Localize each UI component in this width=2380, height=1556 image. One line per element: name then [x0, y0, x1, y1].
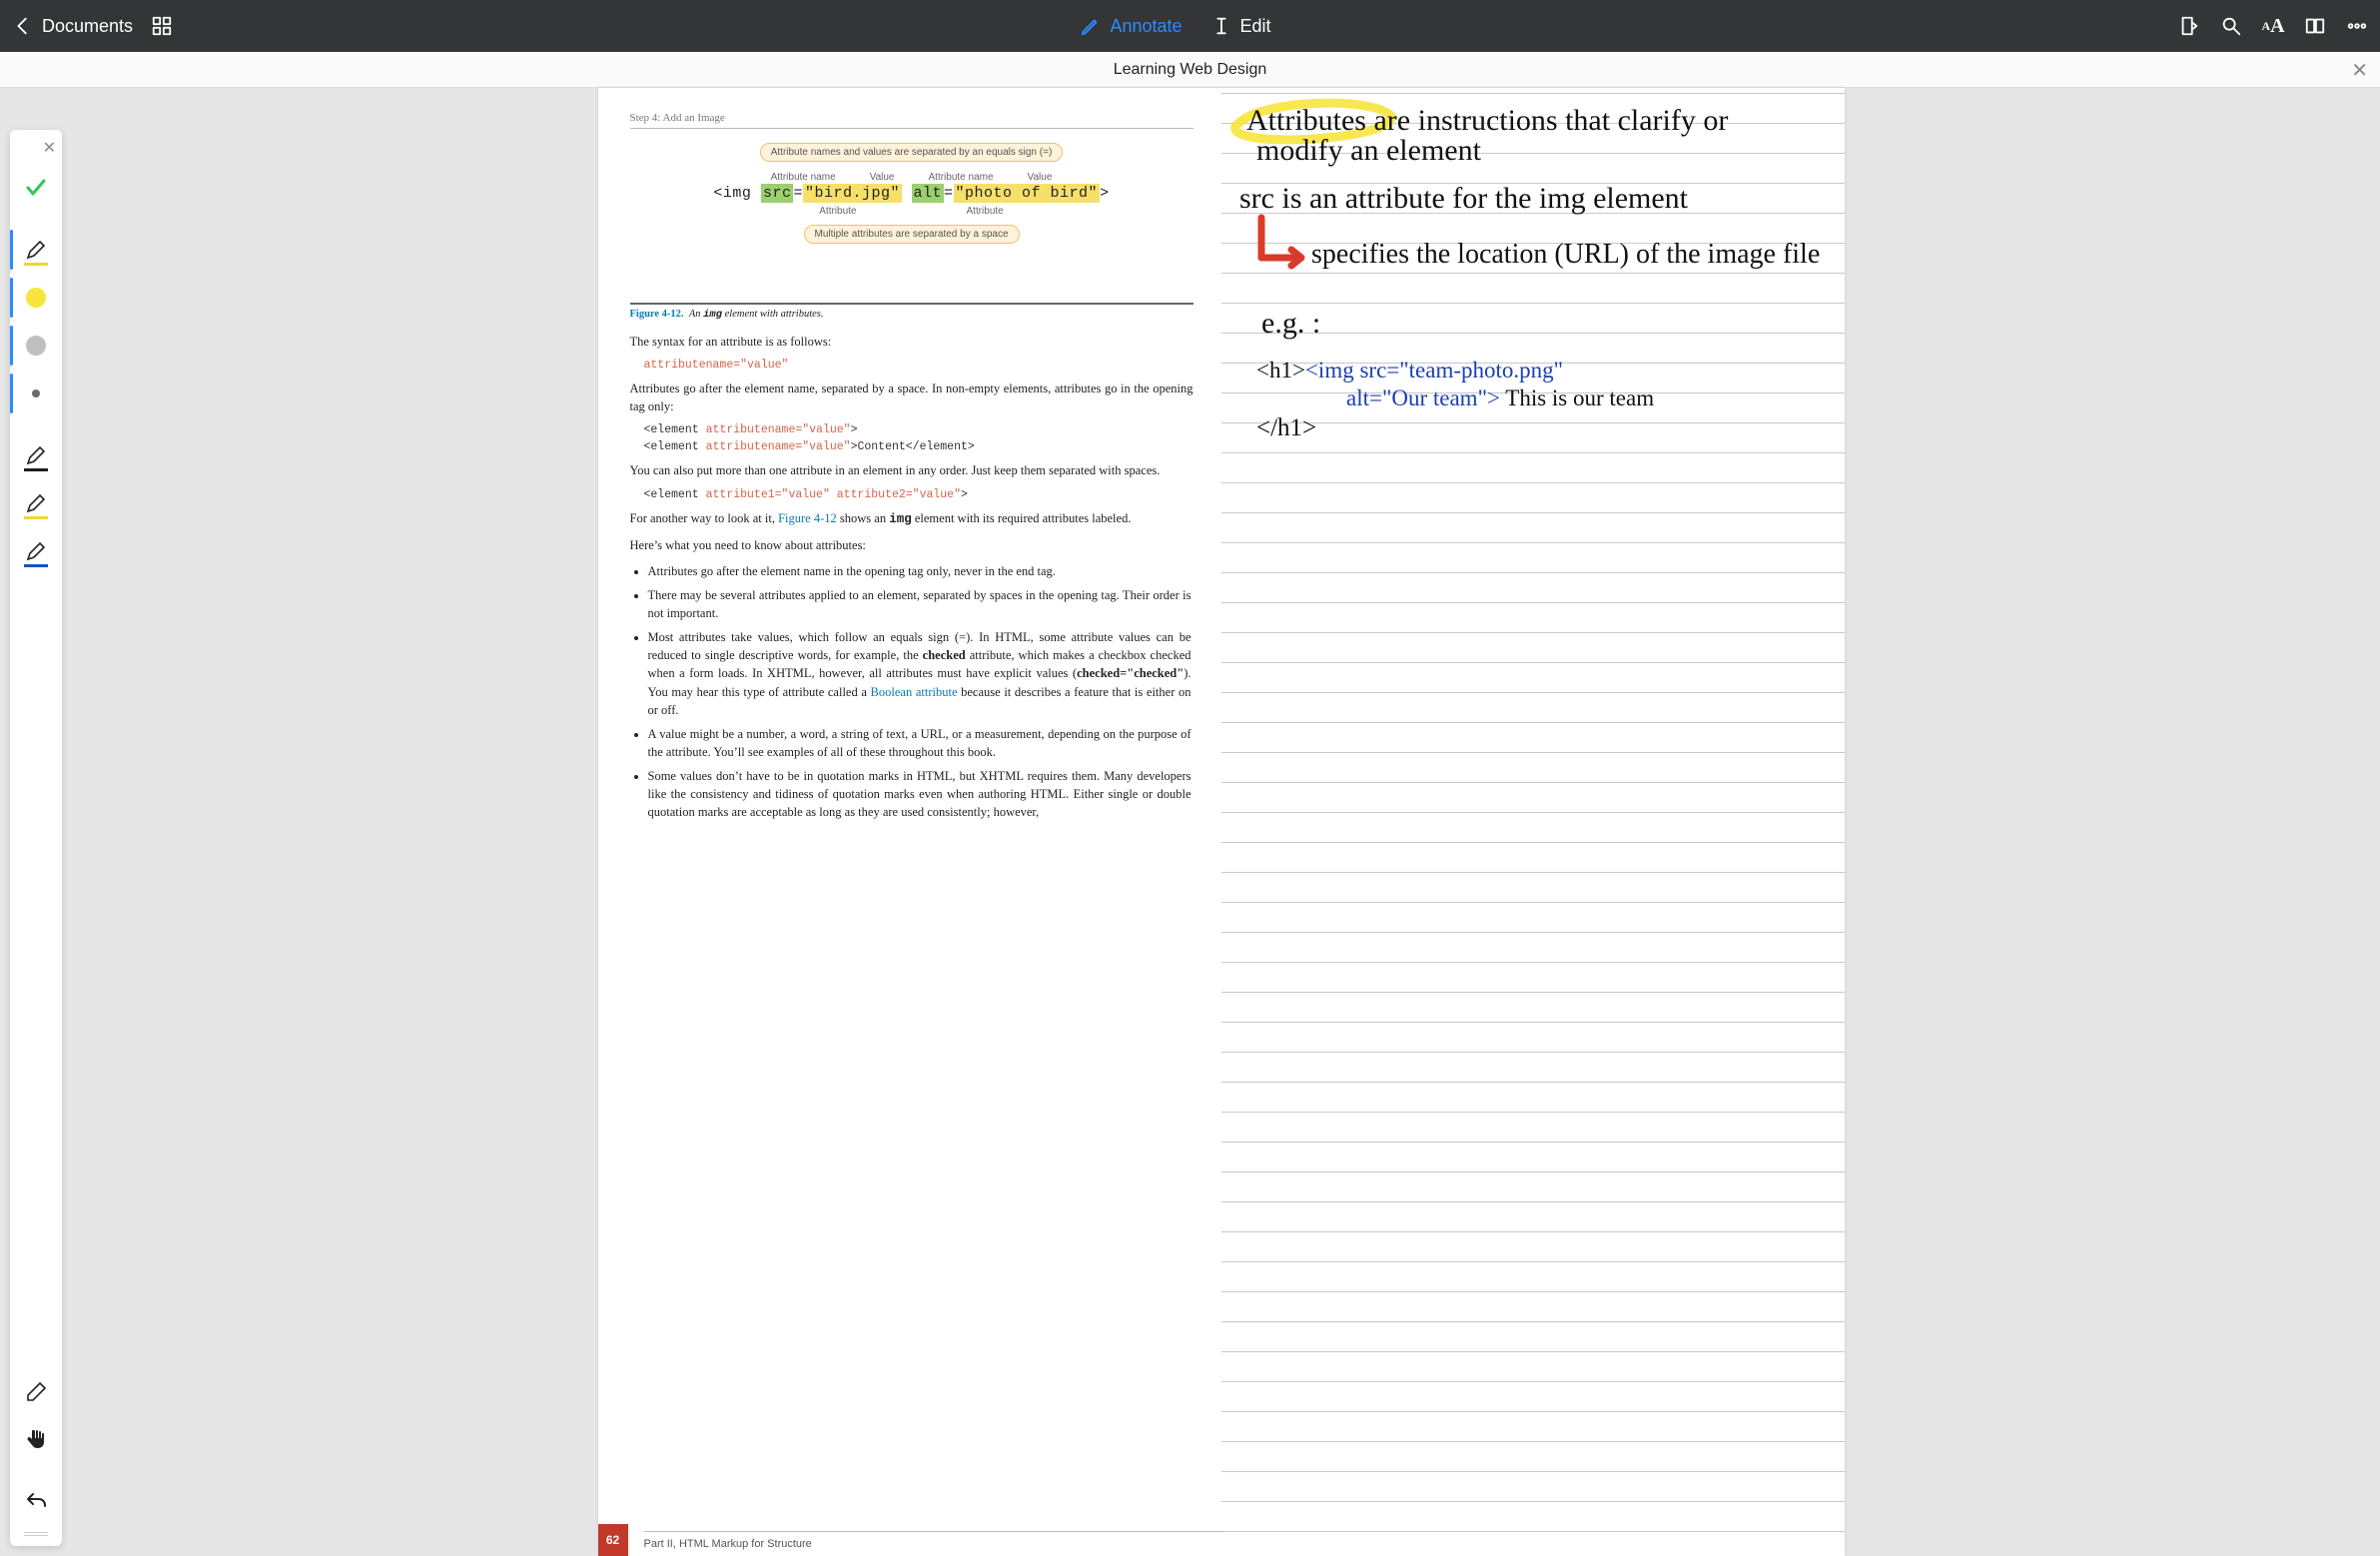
note-line-1b: modify an element — [1256, 134, 1482, 167]
lbl-attribute-2: Attribute — [967, 206, 1004, 217]
pen-blue[interactable] — [16, 531, 56, 571]
eraser-tool[interactable] — [16, 1372, 56, 1412]
code-element-1: <element attributename="value"> — [644, 423, 1193, 436]
code-element-2: <element attributename="value">Content</… — [644, 440, 1193, 453]
text-size-icon: AA — [2262, 15, 2284, 37]
bullet-1: Attributes go after the element name in … — [648, 562, 1193, 580]
bullet-2: There may be several attributes applied … — [648, 586, 1193, 622]
back-button[interactable]: Documents — [12, 15, 133, 37]
mode-edit[interactable]: Edit — [1210, 15, 1271, 37]
page-footer: 62 Part II, HTML Markup for Structure — [598, 1524, 1221, 1556]
link-boolean-attr[interactable]: Boolean attribute — [871, 685, 958, 699]
canvas[interactable]: Step 4: Add an Image Attribute names and… — [62, 88, 2380, 1556]
para-multi-attr: You can also put more than one attribute… — [630, 461, 1193, 479]
handwriting-layer: Attributes are instructions that clarify… — [1221, 88, 1845, 857]
bullet-3: Most attributes take values, which follo… — [648, 628, 1193, 719]
note-page[interactable]: Attributes are instructions that clarify… — [1221, 88, 1845, 1556]
para-fig-ref: For another way to look at it, Figure 4-… — [630, 509, 1193, 528]
export-icon — [2178, 15, 2200, 37]
code-multi-attr: <element attribute1="value" attribute2="… — [644, 488, 1193, 501]
note-eg: e.g. : — [1261, 307, 1320, 340]
step-header: Step 4: Add an Image — [630, 112, 1193, 129]
pencil-icon — [1080, 15, 1102, 37]
lbl-attribute-1: Attribute — [819, 206, 856, 217]
pen-black[interactable] — [16, 435, 56, 475]
annotation-palette: ✕ — [10, 130, 62, 1546]
color-dot[interactable] — [16, 374, 56, 413]
note-line-1: Attributes are instructions that clarify… — [1246, 104, 1728, 137]
attribute-bullet-list: Attributes go after the element name in … — [648, 562, 1193, 822]
bullet-4: A value might be a number, a word, a str… — [648, 725, 1193, 761]
mode-annotate[interactable]: Annotate — [1080, 15, 1182, 37]
attribute-diagram: Attribute names and values are separated… — [630, 143, 1193, 293]
close-document-button[interactable]: ✕ — [2351, 58, 2368, 83]
book-icon — [2304, 15, 2326, 37]
mode-annotate-label: Annotate — [1110, 16, 1182, 37]
text-cursor-icon — [1210, 15, 1232, 37]
pen-yellow2[interactable] — [16, 483, 56, 523]
para-syntax: The syntax for an attribute is as follow… — [630, 333, 1193, 351]
done-check[interactable] — [16, 168, 56, 208]
callout-equals: Attribute names and values are separated… — [760, 143, 1064, 162]
book-page: Step 4: Add an Image Attribute names and… — [598, 88, 1221, 1556]
more-icon — [2346, 15, 2368, 37]
note-line-2: src is an attribute for the img element — [1239, 182, 1689, 215]
note-code-1: <h1><img src="team-photo.png" — [1256, 358, 1563, 383]
palette-grip[interactable] — [24, 1532, 48, 1536]
document-title: Learning Web Design — [1114, 61, 1267, 79]
text-size-button[interactable]: AA — [2262, 15, 2284, 37]
search-button[interactable] — [2220, 15, 2242, 37]
thumbnails-button[interactable] — [151, 15, 173, 37]
part-label: Part II, HTML Markup for Structure — [644, 1531, 1221, 1550]
undo-tool[interactable] — [16, 1482, 56, 1522]
link-fig412[interactable]: Figure 4-12 — [778, 511, 837, 525]
code-syntax: attributename="value" — [644, 359, 1193, 372]
color-yellow[interactable] — [16, 278, 56, 318]
grid-icon — [151, 15, 173, 37]
sheet: Step 4: Add an Image Attribute names and… — [598, 88, 1845, 1556]
figure-caption: Figure 4-12. An img element with attribu… — [630, 303, 1193, 321]
app-toolbar: Documents Annotate Edit A — [0, 0, 2380, 52]
callout-space: Multiple attributes are separated by a s… — [804, 225, 1020, 244]
export-button[interactable] — [2178, 15, 2200, 37]
color-gray[interactable] — [16, 326, 56, 366]
bullet-5: Some values don’t have to be in quotatio… — [648, 767, 1193, 821]
document-titlebar: Learning Web Design ✕ — [0, 52, 2380, 88]
lbl-value-1: Value — [870, 172, 895, 183]
note-line-3: specifies the location (URL) of the imag… — [1311, 239, 1820, 270]
mode-edit-label: Edit — [1240, 16, 1271, 37]
more-button[interactable] — [2346, 15, 2368, 37]
palette-close-button[interactable]: ✕ — [43, 138, 56, 158]
hand-tool[interactable] — [16, 1420, 56, 1460]
view-mode-button[interactable] — [2304, 15, 2326, 37]
para-after-name: Attributes go after the element name, se… — [630, 380, 1193, 415]
lbl-attr-name-1: Attribute name — [771, 172, 836, 183]
note-code-2: alt="Our team"> This is our team — [1346, 386, 1654, 410]
page-number: 62 — [598, 1524, 628, 1556]
lbl-value-2: Value — [1028, 172, 1053, 183]
lbl-attr-name-2: Attribute name — [929, 172, 994, 183]
note-code-3: </h1> — [1256, 414, 1316, 441]
back-label: Documents — [42, 16, 133, 37]
para-know: Here’s what you need to know about attri… — [630, 536, 1193, 554]
chevron-left-icon — [12, 15, 34, 37]
diagram-code: <img src="bird.jpg" alt="photo of bird"> — [630, 185, 1193, 202]
search-icon — [2220, 15, 2242, 37]
workspace: Step 4: Add an Image Attribute names and… — [0, 88, 2380, 1556]
pen-tool-yellow[interactable] — [16, 230, 56, 270]
red-arrow — [1261, 218, 1301, 266]
